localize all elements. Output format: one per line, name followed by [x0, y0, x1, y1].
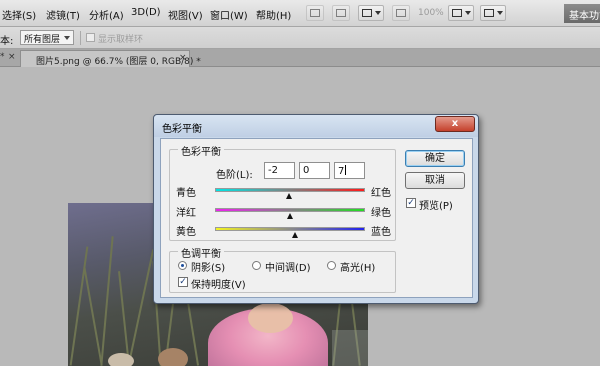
- close-icon[interactable]: ×: [179, 53, 187, 63]
- cancel-button[interactable]: 取消: [405, 172, 465, 189]
- bridge-button[interactable]: [306, 5, 324, 21]
- chevron-down-icon: [465, 11, 471, 15]
- doll-figure: [108, 353, 134, 366]
- level-yellow-blue-value: 7: [338, 166, 345, 177]
- view-extras-button[interactable]: [358, 5, 384, 21]
- document-tab[interactable]: 图片5.png @ 66.7% (图层 0, RGB/8) * ×: [20, 50, 201, 67]
- cyan-red-slider[interactable]: [215, 188, 365, 192]
- girl-face: [248, 303, 293, 333]
- menu-analysis[interactable]: 分析(A): [89, 7, 124, 22]
- minibridge-icon: [336, 9, 346, 17]
- sample-label: 本:: [0, 36, 14, 47]
- level-cyan-red-input[interactable]: -2: [264, 162, 295, 179]
- dialog-title: 色彩平衡: [162, 124, 202, 135]
- shadows-radio[interactable]: [178, 261, 187, 270]
- magenta-green-slider[interactable]: [215, 208, 365, 212]
- document-tab-title: 图片5.png @ 66.7% (图层 0, RGB/8) *: [36, 57, 201, 67]
- chevron-down-icon: [497, 11, 503, 15]
- sample-select-value: 所有图层: [24, 35, 61, 45]
- screen-mode-icon: [484, 9, 494, 17]
- highlights-label: 高光(H): [340, 263, 376, 274]
- dialog-titlebar[interactable]: 色彩平衡 x: [154, 115, 478, 137]
- screen-mode-button[interactable]: [480, 5, 506, 21]
- menu-bar: 选择(S) 滤镜(T) 分析(A) 3D(D) 视图(V) 窗口(W) 帮助(H…: [0, 0, 600, 27]
- toy-figure: [158, 348, 188, 366]
- arrange-icon: [452, 9, 462, 17]
- color-balance-dialog: 色彩平衡 x 色彩平衡 色阶(L): -2 0 7 青色 红色 洋红 绿色 黄色…: [153, 114, 479, 304]
- hand-icon: [396, 9, 406, 17]
- level-magenta-green-input[interactable]: 0: [299, 162, 330, 179]
- workspace-button[interactable]: 基本功能: [564, 4, 600, 23]
- sample-select[interactable]: 所有图层: [20, 30, 74, 45]
- close-icon: x: [451, 118, 459, 129]
- canvas-shadow: [332, 330, 368, 366]
- preserve-luminosity-checkbox[interactable]: ✓: [178, 277, 188, 287]
- menu-filter[interactable]: 滤镜(T): [46, 7, 80, 22]
- preview-label: 预览(P): [419, 201, 453, 212]
- cyan-red-slider-thumb[interactable]: [285, 193, 292, 199]
- highlights-radio[interactable]: [327, 261, 336, 270]
- slider-magenta-label: 洋红: [176, 208, 196, 219]
- midtones-radio[interactable]: [252, 261, 261, 270]
- grid-icon: [362, 9, 372, 17]
- close-button[interactable]: x: [435, 116, 475, 132]
- show-ring-label: 显示取样环: [98, 35, 144, 45]
- options-divider: [80, 31, 81, 45]
- slider-red-label: 红色: [371, 188, 391, 199]
- slider-green-label: 绿色: [371, 208, 391, 219]
- preview-checkbox[interactable]: ✓: [406, 198, 416, 208]
- ok-button[interactable]: 确定: [405, 150, 465, 167]
- tone-balance-group: 色调平衡 阴影(S) 中间调(D) 高光(H) ✓ 保持明度(V): [169, 245, 396, 293]
- menu-3d[interactable]: 3D(D): [131, 7, 161, 18]
- chevron-down-icon: [375, 11, 381, 15]
- color-balance-group: 色彩平衡 色阶(L): -2 0 7 青色 红色 洋红 绿色 黄色 蓝色: [169, 143, 396, 241]
- midtones-label: 中间调(D): [265, 263, 311, 274]
- document-tab-bar: * × 图片5.png @ 66.7% (图层 0, RGB/8) * ×: [0, 49, 600, 67]
- menu-help[interactable]: 帮助(H): [256, 7, 291, 22]
- tone-balance-group-title: 色调平衡: [178, 245, 224, 260]
- color-balance-group-title: 色彩平衡: [178, 143, 224, 158]
- show-ring-checkbox[interactable]: [86, 33, 95, 42]
- menu-window[interactable]: 窗口(W): [210, 7, 248, 22]
- level-yellow-blue-input[interactable]: 7: [334, 162, 365, 179]
- dialog-body: 色彩平衡 色阶(L): -2 0 7 青色 红色 洋红 绿色 黄色 蓝色 色调平…: [160, 138, 473, 298]
- minibridge-button[interactable]: [332, 5, 350, 21]
- close-icon[interactable]: ×: [8, 52, 16, 62]
- chevron-down-icon: [64, 36, 70, 40]
- magenta-green-slider-thumb[interactable]: [287, 213, 293, 219]
- slider-cyan-label: 青色: [176, 188, 196, 199]
- zoom-level[interactable]: 100%: [418, 8, 444, 18]
- slider-blue-label: 蓝色: [371, 227, 391, 238]
- yellow-blue-slider[interactable]: [215, 227, 365, 231]
- menu-select[interactable]: 选择(S): [2, 7, 36, 22]
- bridge-icon: [310, 9, 320, 17]
- options-bar: 本: 所有图层 显示取样环: [0, 27, 600, 49]
- slider-yellow-label: 黄色: [176, 227, 196, 238]
- shadows-label: 阴影(S): [191, 263, 226, 274]
- yellow-blue-slider-thumb[interactable]: [292, 232, 299, 238]
- arrange-documents-button[interactable]: [448, 5, 474, 21]
- levels-label: 色阶(L):: [216, 170, 253, 181]
- menu-view[interactable]: 视图(V): [168, 7, 203, 22]
- preserve-luminosity-label: 保持明度(V): [191, 280, 246, 291]
- hand-tool-button[interactable]: [392, 5, 410, 21]
